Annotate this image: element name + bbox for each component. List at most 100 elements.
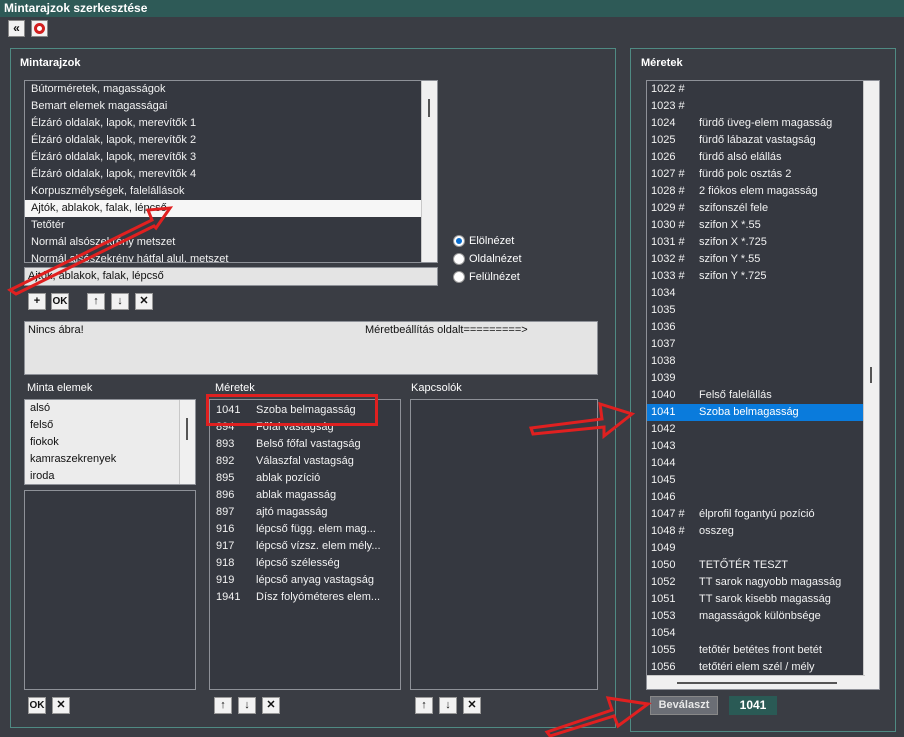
- switches-list[interactable]: [410, 399, 598, 690]
- sizes-right-hscrollbar[interactable]: [647, 675, 865, 689]
- size-right-item[interactable]: 1028 # 2 fiókos elem magasság: [647, 183, 879, 200]
- size-code: 1052: [651, 576, 676, 588]
- size-code: 1029 #: [651, 202, 685, 214]
- sizes-mid-up-button[interactable]: ↑: [214, 697, 232, 714]
- elements-list[interactable]: alsó felső fiokok kamraszekrenyek iroda: [24, 399, 196, 485]
- size-right-item[interactable]: 1030 # szifon X *.55: [647, 217, 879, 234]
- size-right-item[interactable]: 1026 fürdő alsó elállás: [647, 149, 879, 166]
- size-name: szifonszél fele: [699, 202, 769, 214]
- switches-up-button[interactable]: ↑: [415, 697, 433, 714]
- size-right-item[interactable]: 1041 Szoba belmagasság: [647, 404, 879, 421]
- size-right-item[interactable]: 1049: [647, 540, 879, 557]
- switches-down-button[interactable]: ↓: [439, 697, 457, 714]
- size-right-item[interactable]: 1055 tetőtér betétes front betét: [647, 642, 879, 659]
- size-right-item[interactable]: 1051 TT sarok kisebb magasság: [647, 591, 879, 608]
- switches-delete-button[interactable]: ✕: [463, 697, 481, 714]
- size-name: ablak pozíció: [256, 472, 321, 484]
- element-item[interactable]: alsó: [25, 400, 50, 417]
- size-mid-item[interactable]: 892 Válaszfal vastagság: [210, 453, 400, 470]
- element-item[interactable]: kamraszekrenyek: [25, 451, 116, 468]
- sizes-mid-down-button[interactable]: ↓: [238, 697, 256, 714]
- elements-delete-button[interactable]: ✕: [52, 697, 70, 714]
- size-mid-item[interactable]: 1941 Dísz folyóméteres elem...: [210, 589, 400, 606]
- size-code: 1046: [651, 491, 676, 503]
- size-right-item[interactable]: 1023 #: [647, 98, 879, 115]
- pattern-item[interactable]: Bemart elemek magasságai: [25, 98, 421, 115]
- patterns-title: Mintarajzok: [20, 57, 81, 69]
- size-mid-item[interactable]: 895 ablak pozíció: [210, 470, 400, 487]
- size-right-item[interactable]: 1040 Felső falelállás: [647, 387, 879, 404]
- select-button[interactable]: Beválaszt: [650, 696, 718, 715]
- size-right-item[interactable]: 1027 # fürdő polc osztás 2: [647, 166, 879, 183]
- size-mid-item[interactable]: 896 ablak magasság: [210, 487, 400, 504]
- sizes-mid-list[interactable]: 1041 Szoba belmagasság 894 Főfal vastagság 8…: [209, 399, 401, 690]
- pattern-item[interactable]: Élzáró oldalak, lapok, merevítők 2: [25, 132, 421, 149]
- size-name: szifon Y *.55: [699, 253, 761, 265]
- view-top-radio[interactable]: Felülnézet: [453, 271, 520, 283]
- size-mid-item[interactable]: 893 Belső főfal vastagság: [210, 436, 400, 453]
- size-right-item[interactable]: 1045: [647, 472, 879, 489]
- size-code: 1039: [651, 372, 676, 384]
- size-right-item[interactable]: 1054: [647, 625, 879, 642]
- size-right-item[interactable]: 1043: [647, 438, 879, 455]
- view-front-radio[interactable]: Elölnézet: [453, 235, 514, 247]
- red-arrow-right-icon: [528, 401, 636, 440]
- help-button[interactable]: [31, 20, 48, 37]
- size-code: 1041: [651, 406, 676, 418]
- size-mid-item[interactable]: 918 lépcső szélesség: [210, 555, 400, 572]
- size-right-item[interactable]: 1025 fürdő lábazat vastagság: [647, 132, 879, 149]
- element-item[interactable]: iroda: [25, 468, 54, 484]
- size-code: 1051: [651, 593, 676, 605]
- size-right-item[interactable]: 1033 # szifon Y *.725: [647, 268, 879, 285]
- size-right-item[interactable]: 1056 tetőtéri elem szél / mély: [647, 659, 879, 676]
- size-right-item[interactable]: 1038: [647, 353, 879, 370]
- size-right-item[interactable]: 1036: [647, 319, 879, 336]
- back-button[interactable]: «: [8, 20, 25, 37]
- size-mid-item[interactable]: 916 lépcső függ. elem mag...: [210, 521, 400, 538]
- size-right-item[interactable]: 1029 # szifonszél fele: [647, 200, 879, 217]
- size-right-item[interactable]: 1024 fürdő üveg-elem magasság: [647, 115, 879, 132]
- size-right-item[interactable]: 1053 magasságok különbsége: [647, 608, 879, 625]
- pattern-item[interactable]: Élzáró oldalak, lapok, merevítők 4: [25, 166, 421, 183]
- size-code: 1044: [651, 457, 676, 469]
- size-code: 1941: [216, 591, 241, 603]
- size-right-item[interactable]: 1022 #: [647, 81, 879, 98]
- size-mid-item[interactable]: 897 ajtó magasság: [210, 504, 400, 521]
- size-right-item[interactable]: 1035: [647, 302, 879, 319]
- elements-scrollbar[interactable]: [179, 400, 195, 484]
- size-right-item[interactable]: 1042: [647, 421, 879, 438]
- size-right-item[interactable]: 1048 # osszeg: [647, 523, 879, 540]
- sizes-right-scrollbar[interactable]: [863, 81, 879, 689]
- size-right-item[interactable]: 1032 # szifon Y *.55: [647, 251, 879, 268]
- sizes-mid-delete-button[interactable]: ✕: [262, 697, 280, 714]
- element-details-area: [24, 490, 196, 690]
- size-right-item[interactable]: 1046: [647, 489, 879, 506]
- size-right-item[interactable]: 1052 TT sarok nagyobb magasság: [647, 574, 879, 591]
- size-right-item[interactable]: 1034: [647, 285, 879, 302]
- size-code: 1049: [651, 542, 676, 554]
- size-code: 897: [216, 506, 235, 518]
- size-code: 1023 #: [651, 100, 685, 112]
- size-code: 1028 #: [651, 185, 685, 197]
- lifebuoy-icon: [34, 23, 45, 34]
- arrow-down-icon: ↓: [244, 699, 250, 711]
- patterns-scrollbar[interactable]: [421, 81, 437, 262]
- size-code: 1040: [651, 389, 676, 401]
- pattern-item[interactable]: Élzáró oldalak, lapok, merevítők 1: [25, 115, 421, 132]
- size-mid-item[interactable]: 919 lépcső anyag vastagság: [210, 572, 400, 589]
- elements-ok-button[interactable]: OK: [28, 697, 46, 714]
- size-right-item[interactable]: 1039: [647, 370, 879, 387]
- view-side-radio[interactable]: Oldalnézet: [453, 253, 522, 265]
- radio-off-icon: [453, 271, 465, 283]
- size-right-item[interactable]: 1047 # élprofil fogantyú pozíció: [647, 506, 879, 523]
- element-item[interactable]: felső: [25, 417, 53, 434]
- size-right-item[interactable]: 1031 # szifon X *.725: [647, 234, 879, 251]
- size-right-item[interactable]: 1037: [647, 336, 879, 353]
- size-mid-item[interactable]: 917 lépcső vízsz. elem mély...: [210, 538, 400, 555]
- pattern-item[interactable]: Bútorméretek, magasságok: [25, 81, 421, 98]
- sizes-right-list[interactable]: 1022 # 1023 # 1024 fürdő üveg-elem magasság…: [646, 80, 880, 690]
- pattern-item[interactable]: Élzáró oldalak, lapok, merevítők 3: [25, 149, 421, 166]
- element-item[interactable]: fiokok: [25, 434, 59, 451]
- size-right-item[interactable]: 1044: [647, 455, 879, 472]
- size-right-item[interactable]: 1050 TETŐTÉR TESZT: [647, 557, 879, 574]
